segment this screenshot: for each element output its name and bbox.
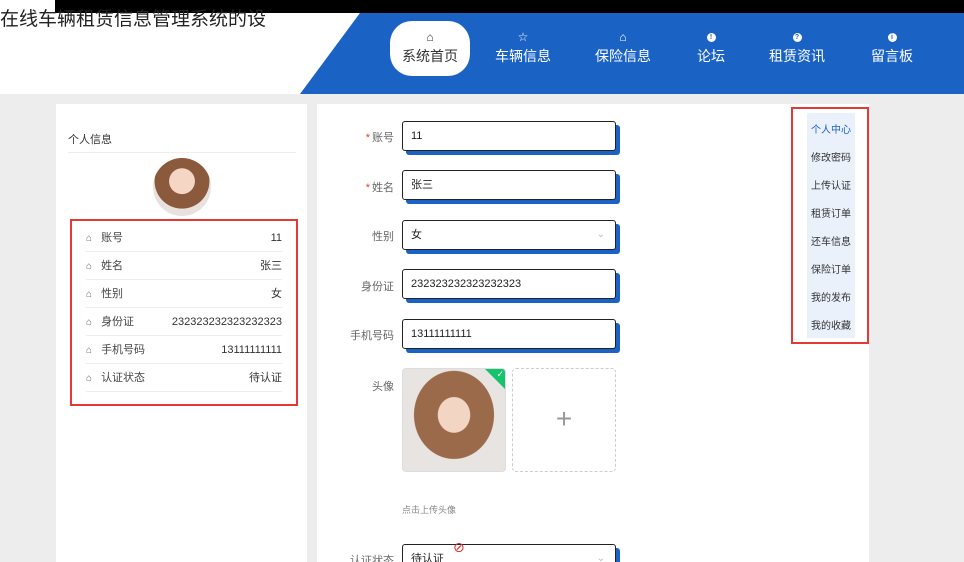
nav-label-vehicles: 车辆信息	[495, 48, 551, 64]
profile-row-label: 身份证	[101, 316, 135, 328]
profile-row-value: 13111111111	[221, 344, 282, 356]
exclaim-icon-wrap: !	[671, 29, 751, 45]
required-mark: *	[365, 182, 370, 194]
profile-divider	[68, 152, 296, 153]
profile-row-phone: ⌂ 手机号码 13111111111	[86, 336, 282, 364]
exclaim-icon: !	[706, 33, 716, 43]
profile-row-label: 性别	[101, 288, 124, 300]
profile-row-label: 认证状态	[101, 372, 146, 384]
side-menu-item-favorites[interactable]: 我的收藏	[807, 317, 855, 337]
nav-label-home: 系统首页	[402, 48, 458, 64]
side-menu-item-rental-orders[interactable]: 租赁订单	[807, 205, 855, 225]
user-side-menu: 个人中心 修改密码 上传认证 租赁订单 还车信息 保险订单 我的发布 我的收藏	[791, 107, 869, 344]
status-select[interactable]: 待认证 ⌄	[402, 544, 616, 562]
account-label-text: 账号	[372, 132, 394, 144]
gender-select[interactable]: 女 ⌄	[402, 220, 616, 250]
status-select-value: 待认证	[411, 553, 444, 562]
account-label: * 账号	[316, 129, 394, 145]
house-icon: ⌂	[619, 30, 627, 44]
gender-label: 性别	[372, 231, 394, 243]
profile-row-value: 待认证	[249, 372, 282, 384]
profile-row-value: 232323232323232323	[171, 316, 282, 328]
required-mark: *	[365, 132, 370, 144]
home-outline-icon: ⌂	[86, 373, 93, 384]
profile-row-value: 张三	[260, 260, 282, 272]
name-label-text: 姓名	[372, 182, 394, 194]
header: 在线车辆租赁信息管理系统的设 ⌂ 系统首页 ☆ 车辆信息 ⌂ 保险信息 ! 论坛…	[0, 0, 964, 94]
nav-label-forum: 论坛	[697, 48, 725, 64]
home-outline-icon: ⌂	[86, 233, 93, 244]
home-outline-icon: ⌂	[86, 317, 93, 328]
phone-label: 手机号码	[350, 330, 394, 342]
status-label: 认证状态	[350, 555, 394, 562]
question-icon-wrap: ?	[757, 29, 837, 45]
side-menu-item-insurance-orders[interactable]: 保险订单	[807, 261, 855, 281]
uploaded-avatar-image[interactable]: ✓	[402, 368, 506, 472]
chevron-down-icon: ⌄	[596, 553, 605, 562]
profile-row-status: ⌂ 认证状态 待认证	[86, 364, 282, 392]
star-icon: ☆	[517, 30, 529, 44]
avatar-label: 头像	[372, 381, 394, 393]
profile-row-value: 女	[271, 288, 282, 300]
check-icon: ✓	[496, 369, 504, 379]
upload-hint: 点击上传头像	[402, 505, 457, 515]
account-input[interactable]: 11	[402, 121, 616, 151]
nav-item-vehicles[interactable]: ☆ 车辆信息	[483, 21, 563, 76]
side-menu-item-returns[interactable]: 还车信息	[807, 233, 855, 253]
profile-row-name: ⌂ 姓名 张三	[86, 252, 282, 280]
profile-row-label: 账号	[101, 232, 124, 244]
avatar	[153, 158, 211, 216]
side-menu-list: 个人中心 修改密码 上传认证 租赁订单 还车信息 保险订单 我的发布 我的收藏	[807, 113, 855, 338]
nav-item-news[interactable]: ? 租赁资讯	[757, 21, 837, 76]
idcard-input[interactable]: 232323232323232323	[402, 269, 616, 299]
profile-row-label: 姓名	[101, 260, 124, 272]
chevron-down-icon: ⌄	[596, 229, 605, 240]
profile-title: 个人信息	[68, 134, 112, 146]
profile-row-value: 11	[270, 232, 282, 244]
profile-row-gender: ⌂ 性别 女	[86, 280, 282, 308]
upload-avatar-button[interactable]: +	[512, 368, 616, 472]
name-input[interactable]: 张三	[402, 170, 616, 200]
not-allowed-icon: ⊘	[453, 539, 465, 555]
site-title: 在线车辆租赁信息管理系统的设	[0, 9, 267, 30]
info-icon-wrap: i	[852, 29, 932, 45]
idcard-label: 身份证	[361, 281, 394, 293]
nav-item-insurance[interactable]: ⌂ 保险信息	[583, 21, 663, 76]
nav-label-news: 租赁资讯	[769, 48, 825, 64]
nav-label-insurance: 保险信息	[595, 48, 651, 64]
name-label: * 姓名	[316, 179, 394, 195]
side-menu-item-center[interactable]: 个人中心	[807, 121, 855, 141]
home-icon: ⌂	[426, 30, 434, 44]
nav-item-forum[interactable]: ! 论坛	[671, 21, 751, 76]
home-outline-icon: ⌂	[86, 289, 93, 300]
home-outline-icon: ⌂	[86, 261, 93, 272]
question-icon: ?	[792, 33, 802, 43]
home-outline-icon: ⌂	[86, 345, 93, 356]
nav-item-home[interactable]: ⌂ 系统首页	[390, 21, 470, 76]
profile-row-idcard: ⌂ 身份证 232323232323232323	[86, 308, 282, 336]
nav-item-messages[interactable]: i 留言板	[852, 21, 932, 76]
side-menu-item-my-posts[interactable]: 我的发布	[807, 289, 855, 309]
profile-row-account: ⌂ 账号 11	[86, 224, 282, 252]
gender-select-value: 女	[411, 229, 422, 241]
profile-info-box: ⌂ 账号 11 ⌂ 姓名 张三 ⌂ 性别 女 ⌂ 身份证 23232323232…	[70, 219, 298, 406]
phone-input[interactable]: 13111111111	[402, 319, 616, 349]
side-menu-item-password[interactable]: 修改密码	[807, 149, 855, 169]
profile-row-label: 手机号码	[101, 344, 146, 356]
side-menu-item-verify[interactable]: 上传认证	[807, 177, 855, 197]
nav-label-messages: 留言板	[871, 48, 913, 64]
info-icon: i	[887, 33, 897, 43]
